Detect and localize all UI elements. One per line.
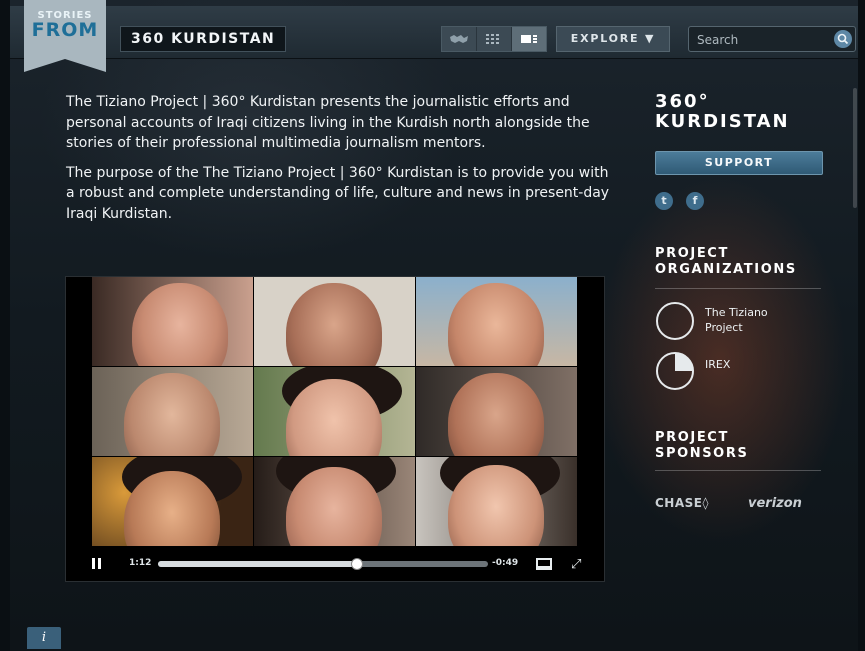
explore-dropdown[interactable]: EXPLORE ▼ bbox=[556, 26, 670, 52]
sponsors-heading: PROJECT SPONSORS bbox=[655, 430, 748, 462]
org-name-tiziano[interactable]: The Tiziano Project bbox=[705, 305, 768, 335]
verizon-logo[interactable]: verizon bbox=[748, 496, 802, 511]
pause-icon[interactable] bbox=[92, 558, 95, 569]
face-tile bbox=[416, 277, 577, 366]
org-name-line: Project bbox=[705, 321, 743, 334]
sidebar-title-line: KURDISTAN bbox=[655, 111, 790, 132]
elapsed-time: 1:12 bbox=[129, 558, 152, 568]
sidebar-title-line: 360° bbox=[655, 91, 710, 112]
divider bbox=[655, 288, 821, 289]
window-frame-right bbox=[858, 0, 865, 651]
face-tile bbox=[92, 277, 253, 366]
list-view-button[interactable] bbox=[512, 27, 546, 51]
tiziano-logo-icon[interactable] bbox=[656, 302, 694, 340]
sponsors-heading-line: PROJECT bbox=[655, 430, 729, 445]
search-button[interactable] bbox=[834, 30, 852, 48]
map-icon bbox=[450, 35, 468, 43]
organizations-heading: PROJECT ORGANIZATIONS bbox=[655, 246, 797, 278]
remaining-time: -0:49 bbox=[492, 558, 519, 568]
divider bbox=[655, 470, 821, 471]
seek-handle[interactable] bbox=[351, 558, 363, 570]
grid-icon bbox=[486, 34, 499, 44]
organizations-heading-line: PROJECT bbox=[655, 246, 729, 261]
irex-logo-icon[interactable] bbox=[656, 352, 694, 390]
seek-bar[interactable] bbox=[158, 558, 488, 570]
face-tile bbox=[92, 457, 253, 546]
organizations-heading-line: ORGANIZATIONS bbox=[655, 262, 797, 277]
face-tile bbox=[416, 367, 577, 456]
info-button[interactable]: i bbox=[27, 627, 61, 649]
fullscreen-icon[interactable]: ⤢ bbox=[571, 557, 581, 572]
video-controls: 1:12 -0:49 ⤢ bbox=[66, 547, 604, 581]
intro-text: The Tiziano Project | 360° Kurdistan pre… bbox=[66, 92, 611, 233]
window-frame-left bbox=[0, 0, 10, 651]
logo-bottom-text: FROM bbox=[31, 19, 99, 41]
video-player[interactable]: 1:12 -0:49 ⤢ bbox=[65, 276, 605, 582]
search-input[interactable] bbox=[695, 30, 829, 50]
view-mode-switcher bbox=[441, 26, 547, 52]
facebook-icon[interactable]: f bbox=[686, 192, 704, 210]
search-box bbox=[688, 26, 856, 52]
intro-paragraph: The purpose of the The Tiziano Project |… bbox=[66, 164, 610, 222]
magnifier-icon bbox=[837, 33, 849, 45]
intro-paragraph: The Tiziano Project | 360° Kurdistan pre… bbox=[66, 94, 590, 151]
support-button[interactable]: SUPPORT bbox=[655, 151, 823, 175]
list-icon bbox=[521, 35, 537, 43]
twitter-icon[interactable]: t bbox=[655, 192, 673, 210]
scrollbar-thumb[interactable] bbox=[853, 88, 857, 208]
chase-logo[interactable]: CHASE◊ bbox=[655, 496, 709, 510]
org-name-line: The Tiziano bbox=[705, 306, 768, 319]
face-tile bbox=[92, 367, 253, 456]
grid-view-button[interactable] bbox=[477, 27, 512, 51]
video-frame bbox=[92, 277, 577, 547]
org-name-irex[interactable]: IREX bbox=[705, 357, 730, 372]
face-tile bbox=[254, 457, 415, 546]
face-tile bbox=[254, 277, 415, 366]
face-tile bbox=[416, 457, 577, 546]
top-bar: 360 KURDISTAN EXPLORE ▼ Search bbox=[10, 6, 858, 59]
airplay-icon[interactable] bbox=[536, 558, 552, 570]
sponsors-heading-line: SPONSORS bbox=[655, 446, 749, 461]
map-view-button[interactable] bbox=[442, 27, 477, 51]
seek-bar-progress bbox=[158, 561, 356, 567]
sidebar-title: 360° KURDISTAN bbox=[655, 92, 790, 132]
site-title[interactable]: 360 KURDISTAN bbox=[120, 26, 287, 52]
face-tile bbox=[254, 367, 415, 456]
